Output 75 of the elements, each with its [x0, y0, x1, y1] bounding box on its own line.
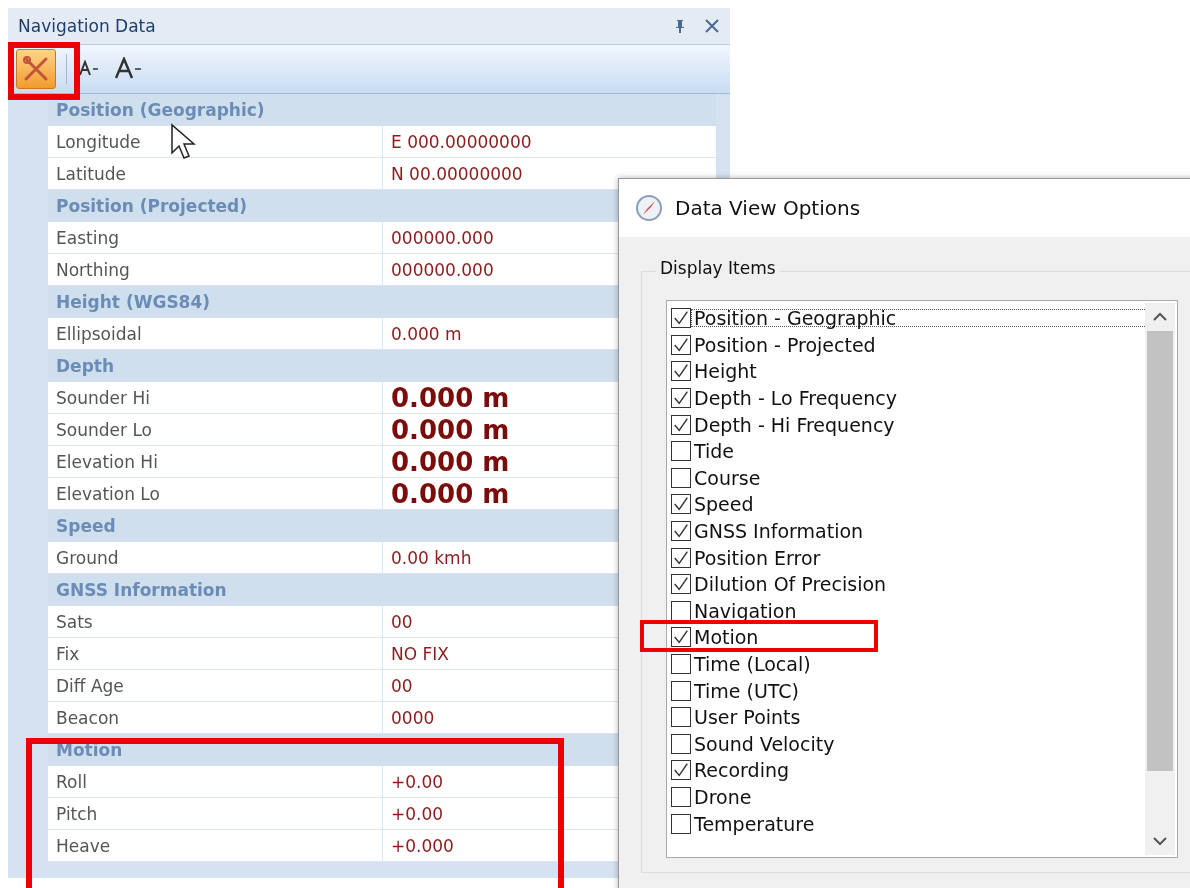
- field-value: 0.000 m: [390, 322, 462, 346]
- list-item[interactable]: Motion: [691, 628, 762, 647]
- field-value: +0.000: [390, 834, 454, 858]
- tools-button[interactable]: [16, 49, 56, 89]
- field-label: Easting: [48, 222, 383, 253]
- field-label: Roll: [48, 766, 383, 797]
- pin-icon[interactable]: [674, 19, 686, 33]
- panel-title: Navigation Data: [18, 16, 157, 36]
- large-font-icon: [115, 56, 143, 79]
- field-value: 000000.000: [390, 226, 494, 250]
- checkbox[interactable]: [671, 574, 691, 595]
- checkbox[interactable]: [671, 600, 691, 621]
- group-label: Display Items: [656, 258, 780, 278]
- list-item[interactable]: Time (UTC): [691, 681, 803, 700]
- checkbox[interactable]: [671, 654, 691, 674]
- field-label: Beacon: [48, 702, 383, 733]
- field-value: 0.000 m: [390, 446, 510, 477]
- list-item[interactable]: Time (Local): [691, 655, 814, 673]
- field-label: Heave: [48, 830, 383, 861]
- field-value: +0.00: [390, 770, 444, 794]
- checkbox[interactable]: [671, 680, 691, 701]
- checkbox[interactable]: [671, 521, 691, 542]
- checkbox[interactable]: [671, 467, 691, 488]
- field-value: NO FIX: [390, 642, 449, 666]
- list-item[interactable]: Temperature: [691, 814, 818, 833]
- field-value: 0.000 m: [390, 478, 510, 509]
- checkbox[interactable]: [671, 441, 691, 462]
- compass-icon: [635, 194, 663, 222]
- field-label: Sounder Lo: [48, 414, 383, 445]
- field-value: 0.00 kmh: [390, 546, 472, 570]
- section-header: Position (Geographic): [48, 94, 716, 126]
- field-label: Diff Age: [48, 670, 383, 701]
- list-item[interactable]: User Points: [691, 708, 804, 727]
- list-item[interactable]: Tide: [691, 442, 738, 461]
- small-font-icon: [79, 59, 101, 76]
- checkbox[interactable]: [671, 787, 691, 807]
- field-value: 0.000 m: [390, 382, 510, 413]
- list-item[interactable]: Drone: [691, 788, 755, 806]
- field-value: 0000: [390, 706, 435, 730]
- list-item[interactable]: Depth - Hi Frequency: [691, 415, 898, 434]
- field-value: 00: [390, 610, 413, 634]
- field-value: 000000.000: [390, 258, 494, 282]
- field-label: Sounder Hi: [48, 382, 383, 413]
- checkbox[interactable]: [671, 334, 691, 355]
- checkbox[interactable]: [671, 547, 691, 568]
- field-value: N 00.00000000: [390, 162, 523, 186]
- field-value: E 000.00000000: [390, 130, 532, 154]
- list-item[interactable]: Course: [691, 468, 764, 487]
- highlight-frame: [8, 42, 80, 100]
- checkbox[interactable]: [671, 494, 691, 515]
- checkbox[interactable]: [671, 707, 691, 728]
- checkbox[interactable]: [671, 388, 691, 409]
- field-value: +0.00: [390, 802, 444, 826]
- field-label: Sats: [48, 606, 383, 637]
- list-item[interactable]: Depth - Lo Frequency: [691, 389, 900, 408]
- field-value: 0.000 m: [390, 414, 510, 445]
- checkbox[interactable]: [671, 733, 691, 754]
- checkbox[interactable]: [671, 627, 691, 648]
- field-label: Elevation Lo: [48, 478, 383, 509]
- close-icon[interactable]: [704, 18, 720, 34]
- field-label: Ellipsoidal: [48, 318, 383, 349]
- field-label: Pitch: [48, 798, 383, 829]
- scrollbar[interactable]: [1145, 303, 1175, 855]
- field-label: Fix: [48, 638, 383, 669]
- checkbox[interactable]: [671, 414, 691, 435]
- list-item[interactable]: Position Error: [691, 548, 824, 567]
- field-label: Elevation Hi: [48, 446, 383, 477]
- scroll-thumb[interactable]: [1147, 331, 1173, 771]
- checkbox[interactable]: [671, 308, 691, 329]
- field-value: 00: [390, 674, 413, 698]
- field-label: Ground: [48, 542, 383, 573]
- checkbox[interactable]: [671, 760, 691, 781]
- field-label: Northing: [48, 254, 383, 285]
- checkbox[interactable]: [671, 813, 691, 834]
- checkbox[interactable]: [671, 361, 691, 382]
